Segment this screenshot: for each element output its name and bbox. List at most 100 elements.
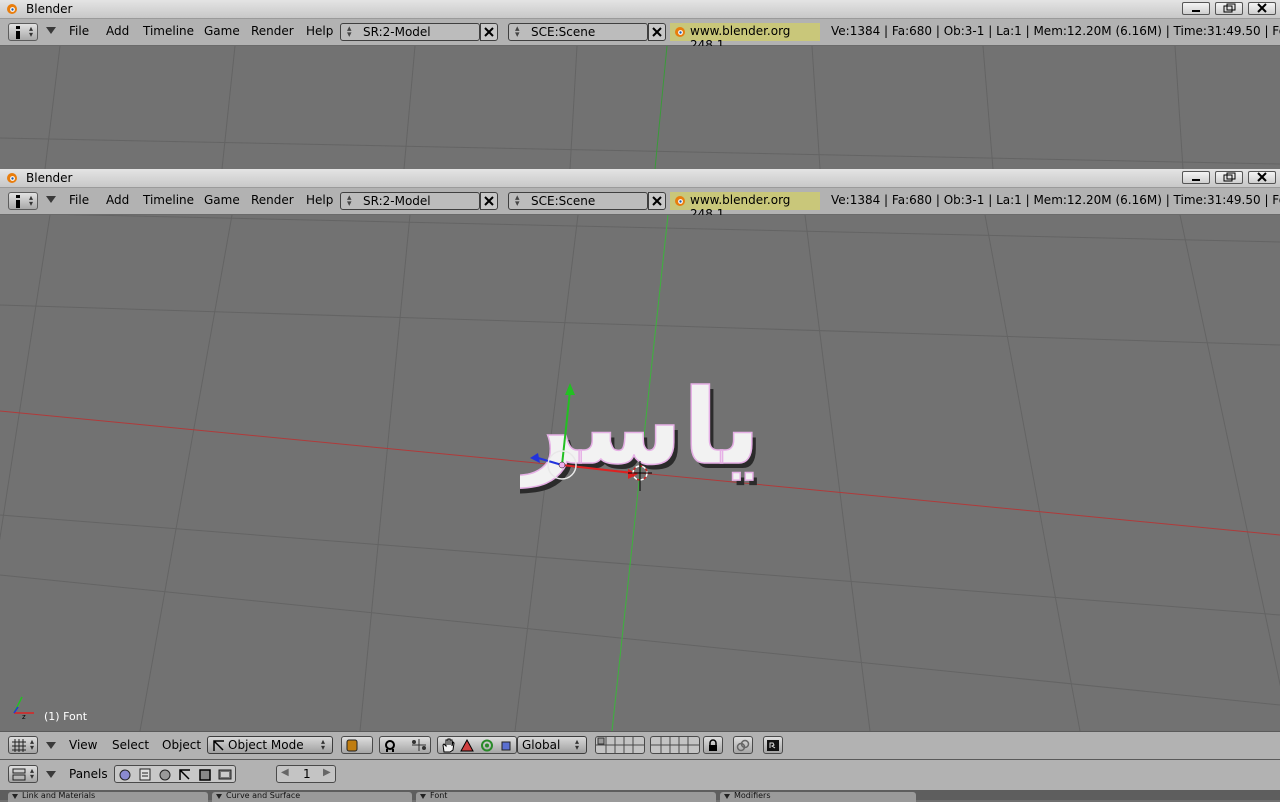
draw-type-selector[interactable] xyxy=(341,736,373,754)
view-axis-icon: z xyxy=(13,696,34,719)
logic-icon xyxy=(119,769,131,781)
menu-render[interactable]: Render xyxy=(251,193,294,207)
collapse-menu-arrow-icon[interactable] xyxy=(46,771,56,778)
frame-number-field[interactable]: ◀ 1 ▶ xyxy=(276,765,336,783)
buttons-window-icon xyxy=(12,768,26,781)
scene-statistics: Ve:1384 | Fa:680 | Ob:3-1 | La:1 | Mem:1… xyxy=(831,24,1280,38)
scene-selector[interactable]: ▴ ▾ SCE:Scene xyxy=(508,23,648,41)
collapse-menu-arrow-icon[interactable] xyxy=(46,196,56,203)
collapse-menu-arrow-icon[interactable] xyxy=(46,27,56,34)
grid-view-icon xyxy=(12,739,26,752)
menu-add[interactable]: Add xyxy=(106,193,129,207)
menu-file[interactable]: File xyxy=(69,193,89,207)
menu-timeline[interactable]: Timeline xyxy=(143,193,194,207)
view3d-header: ▴ ▾ View Select Object Object Mode ▴ ▾ Glo… xyxy=(0,731,1280,759)
render-view-button[interactable] xyxy=(763,736,783,754)
tab-link-and-materials[interactable]: Link and Materials xyxy=(8,791,208,802)
lock-icon xyxy=(709,739,717,751)
pivot-icon xyxy=(385,740,395,752)
minimize-button[interactable] xyxy=(1182,2,1210,15)
close-button[interactable] xyxy=(1248,171,1276,184)
menu-select[interactable]: Select xyxy=(112,738,149,752)
context-buttons[interactable] xyxy=(114,765,236,783)
tab-modifiers[interactable]: Modifiers xyxy=(720,791,916,802)
top-info-header: ▴ ▾ File Add Timeline Game Render Help ▴ ▾… xyxy=(0,19,1280,52)
close-button[interactable] xyxy=(1248,2,1276,15)
object-mode-icon xyxy=(213,740,224,751)
object-icon xyxy=(179,769,190,780)
menu-file[interactable]: File xyxy=(69,24,89,38)
tab-font[interactable]: Font xyxy=(416,791,716,802)
hand-icon xyxy=(442,738,455,753)
menu-view[interactable]: View xyxy=(69,738,97,752)
blender-logo-icon xyxy=(675,196,685,206)
editing-icon xyxy=(199,769,211,781)
blender-url-label: www.blender.org 248.1 xyxy=(670,23,820,52)
maximize-button[interactable] xyxy=(1215,2,1243,15)
top-3d-viewport[interactable] xyxy=(0,46,1280,169)
info-icon xyxy=(16,195,20,208)
rotate-icon xyxy=(481,739,493,752)
layer-grid-icon xyxy=(596,737,644,753)
menu-render[interactable]: Render xyxy=(251,24,294,38)
delete-screen-button[interactable] xyxy=(480,192,498,210)
svg-text:z: z xyxy=(22,713,26,719)
main-info-header: ▴ ▾ File Add Timeline Game Render Help ▴ ▾… xyxy=(0,188,1280,221)
editor-type-selector[interactable]: ▴ ▾ xyxy=(8,736,38,754)
panel-tabs: Link and Materials Curve and Surface Fon… xyxy=(0,790,1280,802)
manipulator-toggle-icon xyxy=(412,739,426,751)
render-icon xyxy=(767,740,779,751)
menu-help[interactable]: Help xyxy=(306,193,333,207)
blender-logo-icon xyxy=(675,27,685,37)
menu-add[interactable]: Add xyxy=(106,24,129,38)
editor-type-selector[interactable]: ▴ ▾ xyxy=(8,23,38,41)
transform-orientation-selector[interactable]: Global ▴ ▾ xyxy=(517,736,587,754)
menu-object[interactable]: Object xyxy=(162,738,201,752)
screen-selector[interactable]: ▴ ▾ SR:2-Model xyxy=(340,23,480,41)
delete-scene-button[interactable] xyxy=(648,23,666,41)
panels-label: Panels xyxy=(69,767,108,781)
layer-buttons-1[interactable] xyxy=(595,736,645,754)
minimize-button[interactable] xyxy=(1182,171,1210,184)
y-axis-arrow-icon xyxy=(565,383,575,395)
top-viewport-grid xyxy=(0,46,1280,169)
blender-url-label: www.blender.org 248.1 xyxy=(670,192,820,221)
solid-shading-icon xyxy=(346,739,358,752)
layer-grid-icon xyxy=(651,737,699,753)
proportional-edit-button[interactable] xyxy=(733,736,753,754)
menu-game[interactable]: Game xyxy=(204,24,240,38)
top-window-titlebar: Blender xyxy=(0,0,1280,19)
blender-logo-icon xyxy=(7,4,17,14)
buttons-header: ▴ ▾ Panels ◀ 1 ▶ xyxy=(0,759,1280,791)
delete-screen-button[interactable] xyxy=(480,23,498,41)
mode-selector[interactable]: Object Mode ▴ ▾ xyxy=(207,736,333,754)
scale-icon xyxy=(501,741,511,751)
window-title: Blender xyxy=(26,171,73,185)
info-icon xyxy=(16,26,20,39)
menu-game[interactable]: Game xyxy=(204,193,240,207)
manipulator-group[interactable] xyxy=(437,736,517,754)
menu-timeline[interactable]: Timeline xyxy=(143,24,194,38)
maximize-button[interactable] xyxy=(1215,171,1243,184)
editor-type-selector[interactable]: ▴ ▾ xyxy=(8,192,38,210)
main-window-titlebar: Blender xyxy=(0,169,1280,188)
editor-type-selector[interactable]: ▴ ▾ xyxy=(8,765,38,783)
translate-icon xyxy=(460,739,474,752)
scene-statistics: Ve:1384 | Fa:680 | Ob:3-1 | La:1 | Mem:1… xyxy=(831,193,1280,207)
lock-layers-button[interactable] xyxy=(703,736,723,754)
screen-selector[interactable]: ▴ ▾ SR:2-Model xyxy=(340,192,480,210)
link-icon xyxy=(736,739,750,752)
delete-scene-button[interactable] xyxy=(648,192,666,210)
scene-selector[interactable]: ▴ ▾ SCE:Scene xyxy=(508,192,648,210)
z-axis-arrow-icon xyxy=(530,453,540,463)
object-name-label: (1) Font xyxy=(44,710,88,723)
blender-logo-icon xyxy=(7,173,17,183)
window-title: Blender xyxy=(26,2,73,16)
pivot-selector[interactable] xyxy=(379,736,431,754)
main-3d-viewport[interactable]: ياسر ياسر z (1) Font xyxy=(0,215,1280,731)
layer-buttons-2[interactable] xyxy=(650,736,700,754)
collapse-menu-arrow-icon[interactable] xyxy=(46,742,56,749)
menu-help[interactable]: Help xyxy=(306,24,333,38)
scene-icon xyxy=(218,769,232,780)
tab-curve-and-surface[interactable]: Curve and Surface xyxy=(212,791,412,802)
